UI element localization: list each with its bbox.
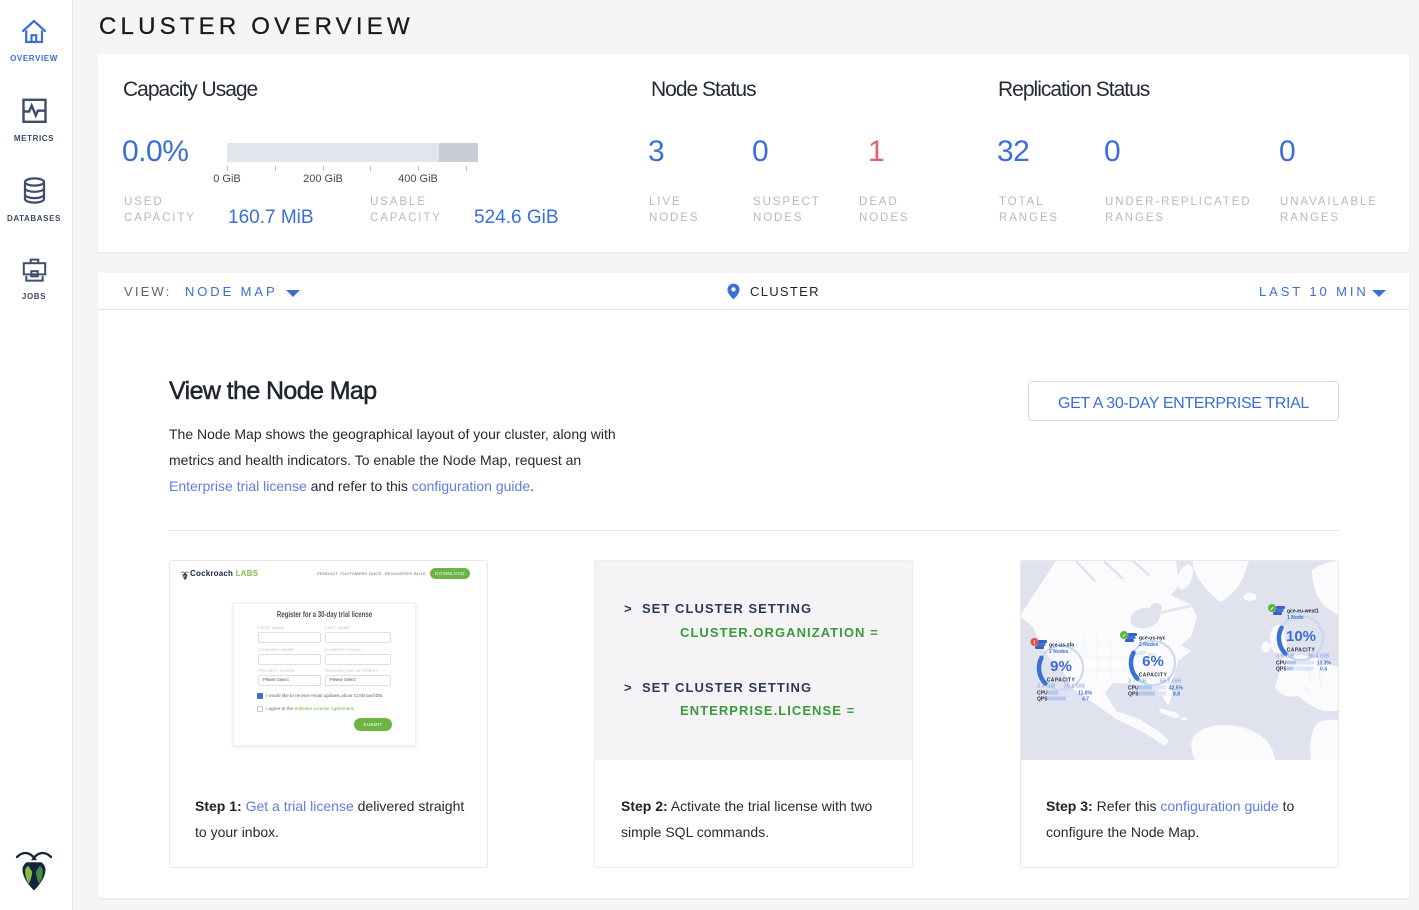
svg-text:8.8: 8.8	[1173, 692, 1180, 698]
svg-text:3.2 GiB: 3.2 GiB	[1037, 684, 1056, 690]
svg-text:3.7 GiB: 3.7 GiB	[1128, 679, 1147, 685]
svg-text:!: !	[1034, 640, 1036, 646]
svg-text:4.7: 4.7	[1082, 697, 1089, 703]
svg-text:65.7 GiB: 65.7 GiB	[1160, 679, 1182, 685]
svg-text:gce-us-sfo: gce-us-sfo	[1049, 643, 1074, 649]
svg-text:QPS: QPS	[1276, 667, 1287, 673]
svg-text:QPS: QPS	[1128, 692, 1139, 698]
svg-text:✓: ✓	[1270, 607, 1275, 613]
svg-text:2 Nodes: 2 Nodes	[1049, 649, 1069, 655]
svg-text:gce-us-nyc: gce-us-nyc	[1139, 636, 1166, 642]
svg-text:1 Node: 1 Node	[1287, 615, 1304, 621]
svg-text:QPS: QPS	[1037, 697, 1048, 703]
svg-text:10%: 10%	[1286, 628, 1316, 645]
svg-text:36.4 GiB: 36.4 GiB	[1308, 654, 1330, 660]
svg-text:35.1 GiB: 35.1 GiB	[1064, 684, 1086, 690]
svg-text:9%: 9%	[1050, 658, 1072, 675]
svg-text:6%: 6%	[1142, 653, 1164, 670]
svg-text:0.4: 0.4	[1320, 667, 1327, 673]
svg-text:✓: ✓	[1122, 634, 1127, 640]
svg-text:2 Nodes: 2 Nodes	[1139, 642, 1159, 648]
svg-text:gce-eu-west1: gce-eu-west1	[1287, 609, 1319, 615]
svg-text:3.6 GiB: 3.6 GiB	[1276, 654, 1295, 660]
